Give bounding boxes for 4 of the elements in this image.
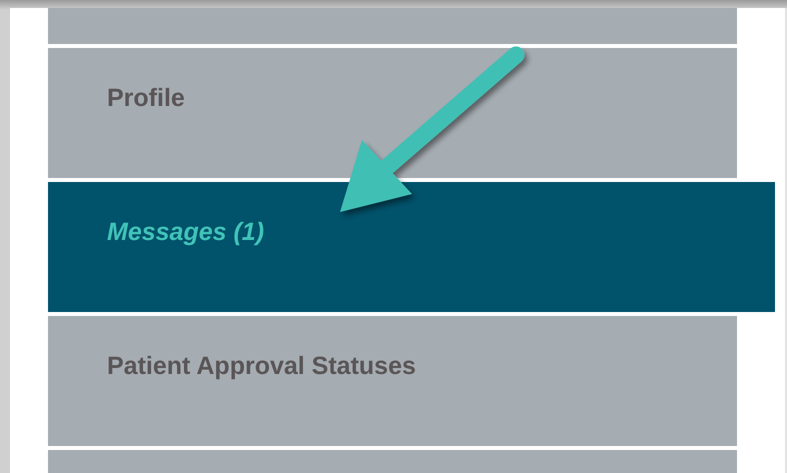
menu-item[interactable]: Profile	[48, 48, 737, 178]
menu-item[interactable]: Messages (1)	[48, 182, 775, 312]
menu-item[interactable]: Patient Approval Statuses	[48, 316, 737, 446]
menu-item[interactable]	[48, 8, 737, 44]
